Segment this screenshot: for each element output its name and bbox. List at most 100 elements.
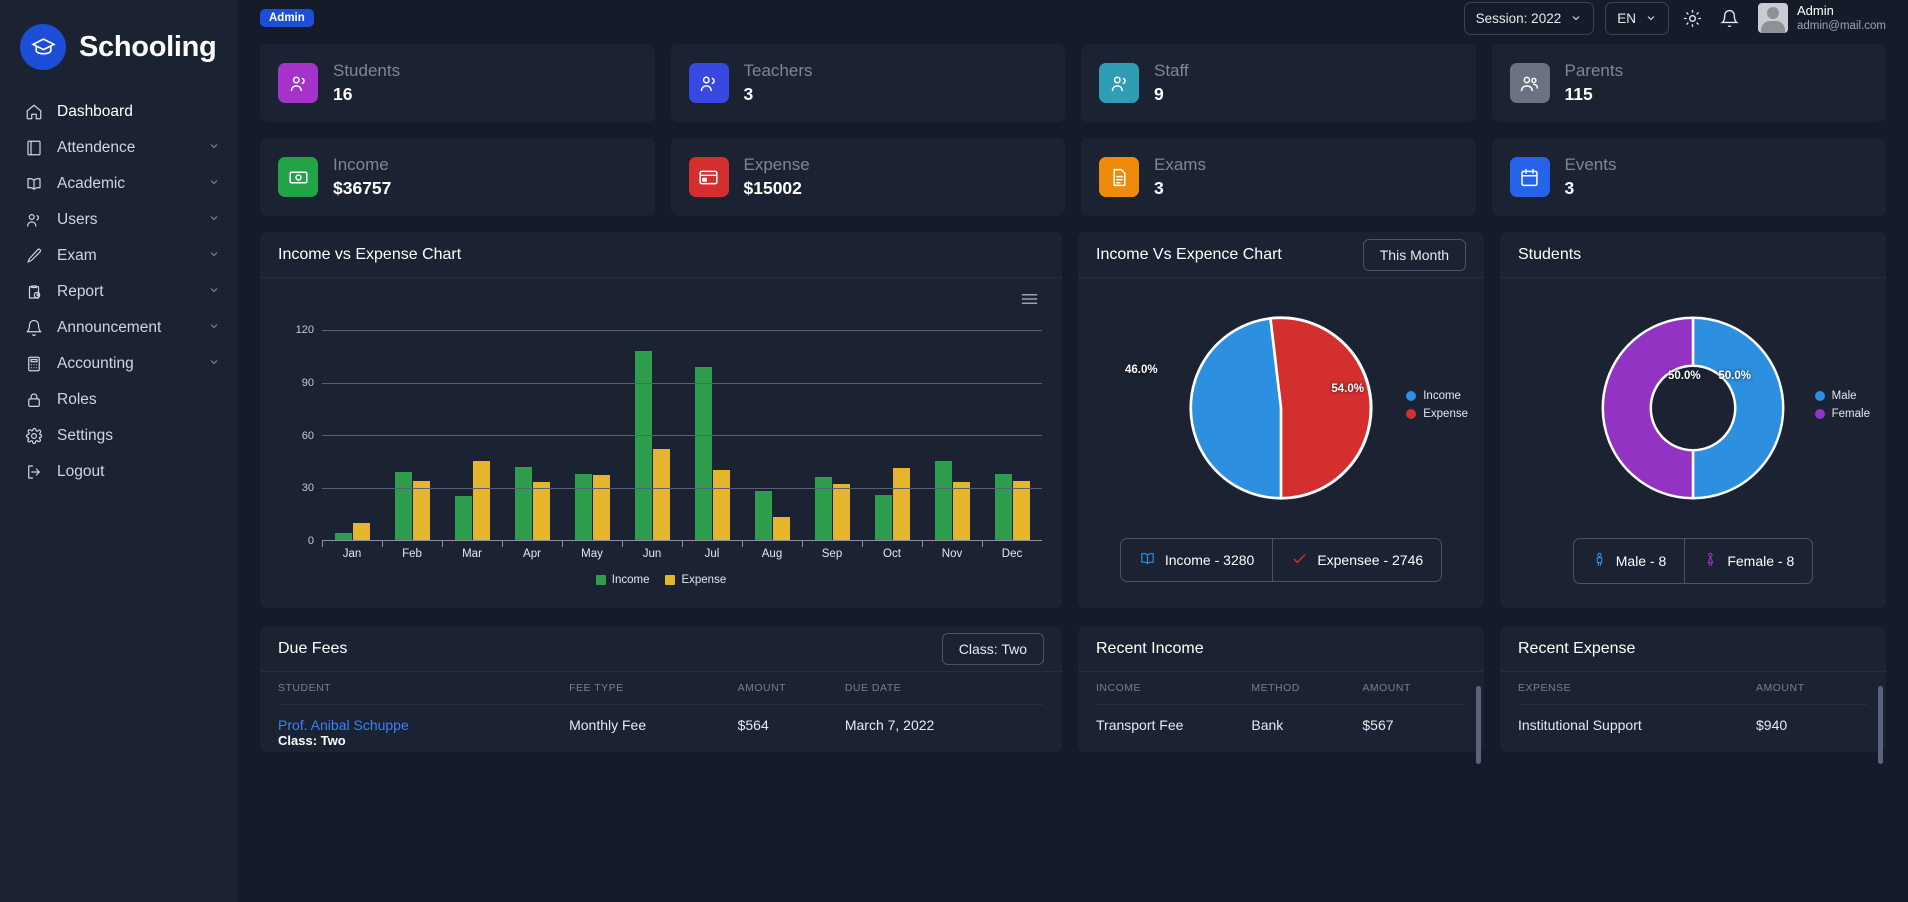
sidebar-item-announcement[interactable]: Announcement [0, 310, 238, 346]
table-row[interactable]: Prof. Anibal Schuppe Class: Two Monthly Fe… [278, 705, 1044, 753]
scrollbar[interactable] [1878, 686, 1883, 764]
bar-expense[interactable] [712, 470, 730, 540]
bar-expense[interactable] [652, 449, 670, 540]
sidebar-item-report[interactable]: Report [0, 274, 238, 310]
stat-card-events[interactable]: Events 3 [1491, 138, 1886, 216]
chevron-down-icon[interactable] [208, 175, 220, 193]
legend-item-male[interactable]: Male [1814, 390, 1870, 402]
bar-expense[interactable] [532, 482, 550, 540]
bar-expense[interactable] [772, 517, 790, 540]
bar-group[interactable] [322, 316, 382, 540]
stat-card-parents[interactable]: Parents 115 [1491, 44, 1886, 122]
stat-card-exams[interactable]: Exams 3 [1081, 138, 1476, 216]
footer-button-income[interactable]: Income - 3280 [1121, 539, 1272, 581]
bar-expense[interactable] [592, 475, 610, 540]
chevron-down-icon[interactable] [208, 319, 220, 337]
bar-group[interactable] [562, 316, 622, 540]
bar-income[interactable] [634, 351, 652, 540]
bar-expense[interactable] [412, 480, 430, 540]
bar-group[interactable] [502, 316, 562, 540]
sidebar-item-label: Exam [57, 247, 97, 264]
bar-expense[interactable] [952, 482, 970, 540]
session-selector[interactable]: Session: 2022 [1463, 1, 1595, 35]
sidebar-item-settings[interactable]: Settings [0, 418, 238, 454]
chevron-down-icon[interactable] [208, 211, 220, 229]
check-icon [1291, 550, 1308, 570]
footer-button-male[interactable]: Male - 8 [1574, 539, 1685, 583]
bar-expense[interactable] [472, 461, 490, 540]
bar-expense[interactable] [1012, 480, 1030, 540]
bar-income[interactable] [514, 466, 532, 540]
brand[interactable]: Schooling [0, 10, 238, 72]
language-selector[interactable]: EN [1605, 1, 1669, 35]
bar-group[interactable] [862, 316, 922, 540]
bar-chart-legend: Income Expense [280, 574, 1042, 586]
bar-expense[interactable] [352, 522, 370, 540]
student-link[interactable]: Prof. Anibal Schuppe [278, 717, 409, 733]
user-menu[interactable]: Admin admin@mail.com [1757, 3, 1886, 34]
legend-item-expense[interactable]: Expense [1406, 408, 1468, 420]
legend-item-income[interactable]: Income [1406, 390, 1468, 402]
bar-income[interactable] [334, 533, 352, 540]
bar-group[interactable] [442, 316, 502, 540]
bar-group[interactable] [622, 316, 682, 540]
table-row[interactable]: Transport Fee Bank $567 [1096, 705, 1466, 738]
stat-value: 3 [1154, 178, 1164, 199]
hamburger-menu-icon[interactable] [1021, 292, 1038, 311]
chevron-down-icon[interactable] [208, 283, 220, 301]
bar-income[interactable] [934, 461, 952, 540]
sun-icon[interactable] [1680, 5, 1706, 31]
sidebar-item-users[interactable]: Users [0, 202, 238, 238]
bar-group[interactable] [982, 316, 1042, 540]
stat-card-students[interactable]: Students 16 [260, 44, 655, 122]
bar-income[interactable] [394, 471, 412, 540]
sidebar-item-accounting[interactable]: Accounting [0, 346, 238, 382]
calculator-icon [24, 355, 43, 374]
sidebar-item-dashboard[interactable]: Dashboard [0, 94, 238, 130]
sidebar-item-logout[interactable]: Logout [0, 454, 238, 490]
bar-group[interactable] [682, 316, 742, 540]
y-axis-tick: 0 [307, 535, 314, 547]
table-row[interactable]: Institutional Support $940 [1518, 705, 1868, 738]
stat-value: 16 [333, 84, 353, 105]
legend-item-income[interactable]: Income [595, 574, 649, 586]
bar-income[interactable] [694, 366, 712, 540]
stat-card-income[interactable]: Income $36757 [260, 138, 655, 216]
stat-label: Students [333, 61, 401, 81]
legend-item-expense[interactable]: Expense [665, 574, 726, 586]
bar-income[interactable] [454, 496, 472, 540]
sidebar-item-academic[interactable]: Academic [0, 166, 238, 202]
bar-income[interactable] [754, 491, 772, 540]
scrollbar[interactable] [1476, 686, 1481, 764]
class-filter-button[interactable]: Class: Two [941, 632, 1044, 665]
bar-income[interactable] [574, 473, 592, 540]
footer-button-expensee[interactable]: Expensee - 2746 [1272, 539, 1441, 581]
sidebar-item-roles[interactable]: Roles [0, 382, 238, 418]
sidebar-item-attendence[interactable]: Attendence [0, 130, 238, 166]
pie-svg [1189, 316, 1373, 500]
bar-expense[interactable] [832, 484, 850, 540]
bar-income[interactable] [814, 477, 832, 540]
stat-card-grid: Students 16 Teachers 3 Staff 9 Parents 115 Incom… [260, 44, 1886, 216]
x-axis-tick [682, 541, 683, 547]
stat-card-expense[interactable]: Expense $15002 [670, 138, 1065, 216]
bar-expense[interactable] [892, 468, 910, 540]
notification-bell-icon[interactable] [1717, 5, 1743, 31]
sidebar-item-exam[interactable]: Exam [0, 238, 238, 274]
footer-button-female[interactable]: Female - 8 [1684, 539, 1812, 583]
chevron-down-icon[interactable] [208, 139, 220, 157]
bar-group[interactable] [382, 316, 442, 540]
bar-group[interactable] [922, 316, 982, 540]
chevron-down-icon[interactable] [208, 247, 220, 265]
chevron-down-icon[interactable] [208, 355, 220, 373]
legend-item-female[interactable]: Female [1814, 408, 1870, 420]
bar-series [322, 316, 1042, 540]
this-month-filter-button[interactable]: This Month [1362, 238, 1466, 271]
y-axis-tick: 90 [301, 376, 314, 389]
stat-card-staff[interactable]: Staff 9 [1081, 44, 1476, 122]
stat-card-teachers[interactable]: Teachers 3 [670, 44, 1065, 122]
bar-group[interactable] [802, 316, 862, 540]
bar-income[interactable] [994, 473, 1012, 540]
bar-group[interactable] [742, 316, 802, 540]
bar-income[interactable] [874, 494, 892, 540]
